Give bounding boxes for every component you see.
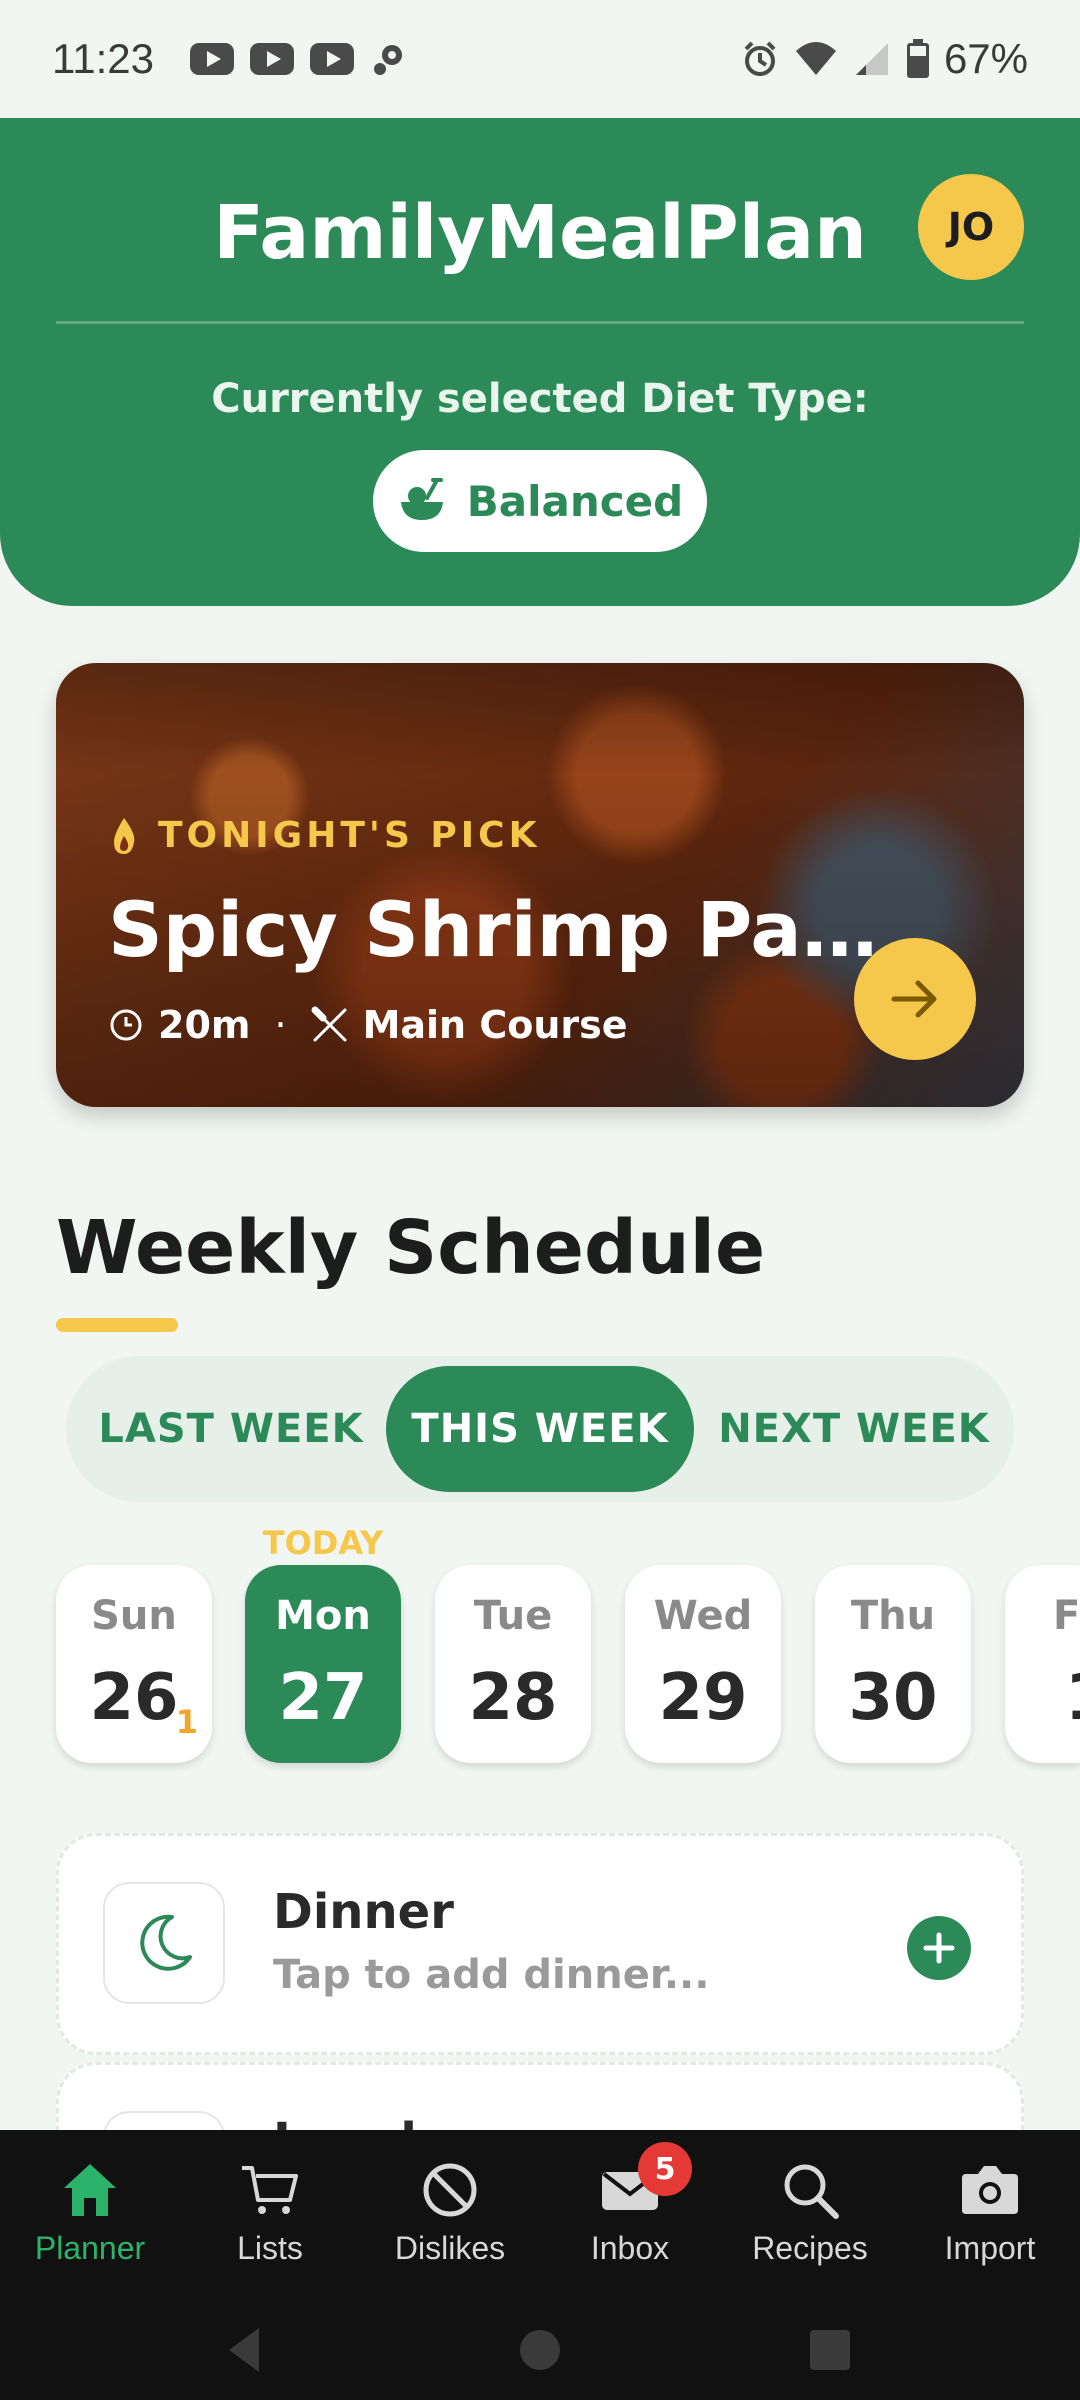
pick-tag-label: TONIGHT'S PICK [158,815,541,856]
home-icon [58,2150,122,2230]
nav-label: Recipes [752,2230,868,2266]
day-number: 1 [1005,1661,1080,1735]
meta-separator: · [274,1003,287,1047]
moon-icon [140,1914,192,1971]
clock-icon [110,1009,142,1041]
day-fri[interactable]: Fri 1 [1005,1565,1080,1763]
day-number: 28 [468,1661,558,1735]
utensils-icon [311,1006,347,1042]
day-mon[interactable]: Mon 27 [245,1565,401,1763]
cart-icon [238,2150,302,2230]
day-name: Wed [653,1593,753,1639]
day-name: Fri [1053,1593,1080,1639]
arrow-right-icon [891,980,937,1018]
alarm-icon [744,41,776,76]
pick-recipe-title: Spicy Shrimp Pas... [108,885,908,974]
diet-type-selector[interactable]: Balanced [373,450,707,552]
day-sun[interactable]: Sun 26 1 [56,1565,212,1763]
youtube-notification-icon [190,43,234,75]
nav-lists[interactable]: Lists [180,2150,360,2290]
nav-label: Lists [237,2230,303,2266]
status-right: 67% [740,35,1028,83]
day-number: 27 [278,1661,368,1735]
flame-icon [114,817,135,854]
nav-label: Import [944,2230,1036,2266]
system-navigation [0,2300,1080,2400]
block-icon [418,2150,482,2230]
day-number: 30 [848,1661,938,1735]
wifi-icon [795,42,836,75]
camera-icon [958,2150,1022,2230]
day-thu[interactable]: Thu 30 [815,1565,971,1763]
settings-notification-icon [374,45,402,75]
back-icon[interactable] [215,2320,275,2380]
nav-label: Inbox [590,2230,670,2266]
status-bar: 11:23 67% [0,0,1080,118]
meal-card-dinner[interactable]: Dinner Tap to add dinner... [56,1833,1024,2055]
day-name: Thu [850,1593,936,1639]
day-name: Tue [473,1593,553,1639]
pick-category: Main Course [362,1003,628,1047]
home-button-icon[interactable] [510,2320,570,2380]
nav-recipes[interactable]: Recipes [720,2150,900,2290]
notification-icons [190,39,410,79]
day-number: 29 [658,1661,748,1735]
plus-icon [923,1932,955,1964]
meal-subtitle: Tap to add dinner... [273,1952,710,1998]
this-week-tab[interactable]: THIS WEEK [386,1366,694,1492]
day-meal-count-badge: 1 [175,1703,198,1741]
battery-percent: 67% [943,35,1028,82]
diet-type-label: Currently selected Diet Type: [211,376,869,422]
signal-icon [855,43,888,75]
section-underline [56,1318,178,1332]
nav-planner[interactable]: Planner [0,2150,180,2290]
food-bowl-icon [400,478,443,520]
youtube-notification-icon [310,43,354,75]
nav-dislikes[interactable]: Dislikes [360,2150,540,2290]
status-time: 11:23 [52,35,154,82]
pick-tag: TONIGHT'S PICK [110,815,541,856]
nav-import[interactable]: Import [900,2150,1080,2290]
today-label: TODAY [262,1524,384,1562]
battery-icon [906,39,929,78]
diet-type-value: Balanced [466,476,684,526]
week-selector: LAST WEEK THIS WEEK NEXT WEEK [66,1356,1014,1502]
day-name: Sun [91,1593,177,1639]
recents-icon[interactable] [800,2320,860,2380]
inbox-badge: 5 [638,2142,692,2196]
user-avatar[interactable]: JO [918,174,1024,280]
tonights-pick-card[interactable]: TONIGHT'S PICK Spicy Shrimp Pas... 20m ·… [56,663,1024,1107]
mail-icon: 5 [598,2142,692,2230]
weekly-schedule-title: Weekly Schedule [56,1205,766,1291]
pick-cook-time: 20m [158,1003,251,1047]
nav-inbox[interactable]: 5 Inbox [540,2142,720,2290]
day-name: Mon [275,1593,371,1639]
add-meal-button[interactable] [907,1916,971,1980]
day-tue[interactable]: Tue 28 [435,1565,591,1763]
app-header: FamilyMealPlan JO Currently selected Die… [0,118,1080,606]
next-week-tab[interactable]: NEXT WEEK [694,1366,1014,1492]
meal-title: Dinner [273,1884,454,1940]
nav-label: Dislikes [394,2230,506,2266]
open-pick-button[interactable] [854,938,976,1060]
search-icon [778,2150,842,2230]
nav-label: Planner [34,2230,146,2266]
day-wed[interactable]: Wed 29 [625,1565,781,1763]
header-divider [56,321,1024,324]
meal-icon-box [103,1882,225,2004]
pick-meta: 20m · Main Course [108,1003,628,1047]
last-week-tab[interactable]: LAST WEEK [66,1366,396,1492]
youtube-notification-icon [250,43,294,75]
